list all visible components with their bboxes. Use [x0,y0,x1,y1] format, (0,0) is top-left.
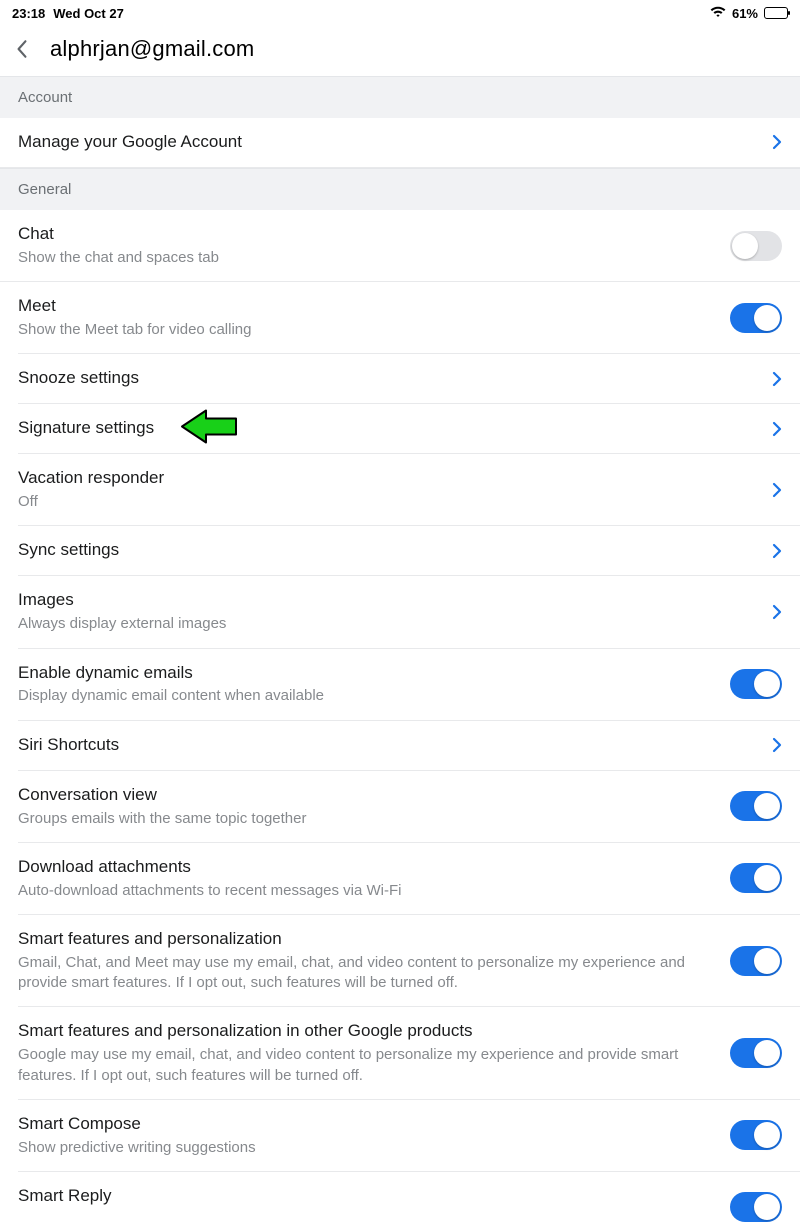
status-date: Wed Oct 27 [53,6,124,21]
wifi-icon [710,6,726,21]
row-subtitle: Show the chat and spaces tab [18,248,712,268]
row-smart-reply[interactable]: Smart Reply [18,1172,800,1221]
row-meet[interactable]: Meet Show the Meet tab for video calling [18,282,800,354]
chevron-right-icon [772,134,782,150]
toggle-dynamic-emails[interactable] [730,669,782,699]
row-subtitle: Always display external images [18,614,754,634]
row-subtitle: Auto-download attachments to recent mess… [18,881,712,901]
page-title: alphrjan@gmail.com [50,36,254,62]
row-title: Sync settings [18,539,754,562]
section-general: General [0,168,800,210]
row-download-attachments[interactable]: Download attachments Auto-download attac… [18,843,800,915]
row-smart-features-other[interactable]: Smart features and personalization in ot… [18,1007,800,1099]
row-sync[interactable]: Sync settings [18,526,800,576]
row-title: Enable dynamic emails [18,662,712,685]
row-subtitle: Off [18,492,754,512]
row-subtitle: Display dynamic email content when avail… [18,686,712,706]
row-manage-account[interactable]: Manage your Google Account [0,118,800,168]
chevron-right-icon [772,371,782,387]
row-title: Images [18,589,754,612]
row-subtitle: Show predictive writing suggestions [18,1138,712,1158]
row-title: Smart Compose [18,1113,712,1136]
row-title: Meet [18,295,712,318]
row-images[interactable]: Images Always display external images [18,576,800,648]
row-dynamic-emails[interactable]: Enable dynamic emails Display dynamic em… [18,649,800,721]
toggle-smart-compose[interactable] [730,1120,782,1150]
toggle-smart-features[interactable] [730,946,782,976]
row-title: Manage your Google Account [18,131,754,154]
toggle-smart-features-other[interactable] [730,1038,782,1068]
row-subtitle: Groups emails with the same topic togeth… [18,809,712,829]
toggle-chat[interactable] [730,231,782,261]
row-title: Signature settings [18,417,754,440]
toggle-smart-reply[interactable] [730,1192,782,1222]
row-subtitle: Show the Meet tab for video calling [18,320,712,340]
row-title: Smart features and personalization in ot… [18,1020,712,1043]
row-conversation-view[interactable]: Conversation view Groups emails with the… [18,771,800,843]
row-title: Download attachments [18,856,712,879]
row-title: Vacation responder [18,467,754,490]
row-subtitle: Gmail, Chat, and Meet may use my email, … [18,953,712,994]
row-snooze[interactable]: Snooze settings [18,354,800,404]
back-button[interactable] [16,38,28,60]
section-account: Account [0,76,800,118]
chevron-right-icon [772,421,782,437]
row-siri-shortcuts[interactable]: Siri Shortcuts [18,721,800,771]
chevron-right-icon [772,543,782,559]
row-smart-compose[interactable]: Smart Compose Show predictive writing su… [18,1100,800,1172]
chevron-right-icon [772,482,782,498]
row-title: Chat [18,223,712,246]
row-signature[interactable]: Signature settings [18,404,800,454]
row-chat[interactable]: Chat Show the chat and spaces tab [0,210,800,282]
battery-icon [764,7,788,19]
row-title: Siri Shortcuts [18,734,754,757]
toggle-meet[interactable] [730,303,782,333]
row-smart-features[interactable]: Smart features and personalization Gmail… [18,915,800,1007]
toggle-conversation-view[interactable] [730,791,782,821]
row-title: Smart features and personalization [18,928,712,951]
chevron-right-icon [772,604,782,620]
nav-header: alphrjan@gmail.com [0,26,800,76]
status-bar: 23:18 Wed Oct 27 61% [0,0,800,26]
chevron-right-icon [772,737,782,753]
toggle-download-attachments[interactable] [730,863,782,893]
row-vacation[interactable]: Vacation responder Off [18,454,800,526]
battery-percent: 61% [732,6,758,21]
status-time: 23:18 [12,6,45,21]
row-title: Smart Reply [18,1185,712,1208]
row-title: Snooze settings [18,367,754,390]
row-title: Conversation view [18,784,712,807]
